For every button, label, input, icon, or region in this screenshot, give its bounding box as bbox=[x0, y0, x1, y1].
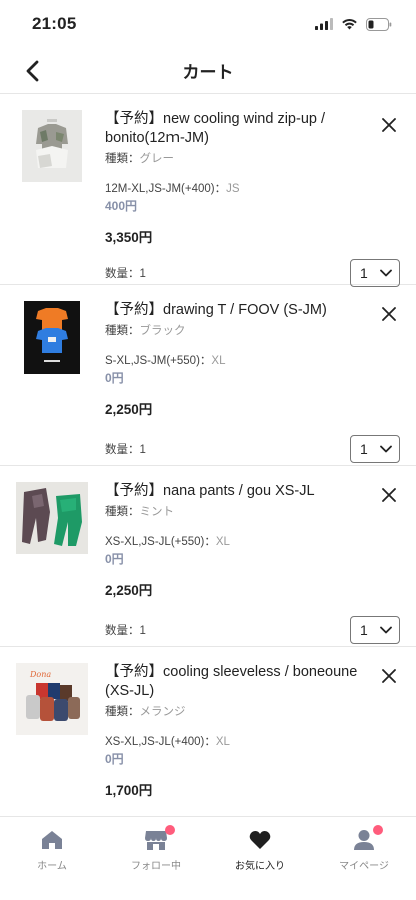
notification-badge bbox=[373, 825, 383, 835]
tab-mypage-label: マイページ bbox=[339, 861, 389, 872]
tab-mypage[interactable]: マイページ bbox=[312, 817, 416, 900]
quantity-select-value: 1 bbox=[360, 622, 368, 638]
shop-icon bbox=[143, 825, 175, 853]
status-bar: 21:05 bbox=[0, 0, 416, 48]
quantity-row: 数量：1 1 bbox=[105, 259, 400, 287]
tab-following-label: フォロー中 bbox=[131, 861, 181, 872]
item-price: 1,700円 bbox=[105, 783, 153, 798]
quantity-select-value: 1 bbox=[360, 441, 368, 457]
close-icon bbox=[382, 118, 396, 132]
product-thumbnail[interactable]: Dona bbox=[16, 663, 88, 735]
item-title[interactable]: 【予約】cooling sleeveless / boneoune (XS-JL… bbox=[105, 663, 372, 701]
option-price: 0円 bbox=[105, 371, 124, 385]
product-thumbnail[interactable] bbox=[16, 482, 88, 554]
chevron-down-icon bbox=[380, 445, 392, 453]
product-thumbnail[interactable] bbox=[22, 110, 82, 182]
chevron-down-icon bbox=[380, 269, 392, 277]
item-title[interactable]: 【予約】new cooling wind zip-up / bonito(12ｍ… bbox=[105, 110, 372, 148]
item-title[interactable]: 【予約】nana pants / gou XS-JL bbox=[105, 482, 372, 501]
item-price: 2,250円 bbox=[105, 583, 153, 598]
cellular-signal-icon bbox=[315, 18, 333, 30]
remove-item-button[interactable] bbox=[378, 665, 400, 687]
item-info: 【予約】new cooling wind zip-up / bonito(12ｍ… bbox=[105, 110, 372, 246]
cart-item: 【予約】new cooling wind zip-up / bonito(12ｍ… bbox=[0, 94, 416, 287]
quantity-label: 数量：1 bbox=[105, 444, 146, 456]
tab-home-label: ホーム bbox=[37, 861, 67, 872]
option-price: 0円 bbox=[105, 752, 124, 766]
tab-favorites[interactable]: お気に入り bbox=[208, 817, 312, 900]
nav-bar: カート bbox=[0, 48, 416, 94]
item-option: 12M-XL,JS-JM(+400)：JS bbox=[105, 183, 240, 195]
remove-item-button[interactable] bbox=[378, 484, 400, 506]
quantity-row: 数量：1 1 bbox=[105, 435, 400, 463]
item-kind: 種類：ブラック bbox=[105, 325, 186, 337]
close-icon bbox=[382, 669, 396, 683]
cart-item: Dona 【予約】cooling sleeveless / boneoune (… bbox=[0, 647, 416, 816]
item-price: 2,250円 bbox=[105, 402, 153, 417]
close-icon bbox=[382, 307, 396, 321]
item-info: 【予約】cooling sleeveless / boneoune (XS-JL… bbox=[105, 663, 372, 799]
option-price: 400円 bbox=[105, 199, 138, 213]
item-kind: 種類：ミント bbox=[105, 506, 174, 518]
remove-item-button[interactable] bbox=[378, 114, 400, 136]
cart-item: 【予約】nana pants / gou XS-JL 種類：ミント XS-XL,… bbox=[0, 466, 416, 647]
tab-following[interactable]: フォロー中 bbox=[104, 817, 208, 900]
item-info: 【予約】nana pants / gou XS-JL 種類：ミント XS-XL,… bbox=[105, 482, 372, 599]
wifi-icon bbox=[342, 19, 357, 30]
item-info: 【予約】drawing T / FOOV (S-JM) 種類：ブラック S-XL… bbox=[105, 301, 372, 418]
quantity-label: 数量：1 bbox=[105, 625, 146, 637]
quantity-row: 数量：1 1 bbox=[105, 616, 400, 644]
product-image-pants bbox=[16, 482, 88, 554]
home-icon bbox=[39, 827, 65, 853]
tab-favorites-label: お気に入り bbox=[235, 861, 285, 872]
close-icon bbox=[382, 488, 396, 502]
status-time: 21:05 bbox=[32, 14, 77, 33]
product-image-sleeveless: Dona bbox=[16, 663, 88, 735]
product-thumbnail[interactable] bbox=[24, 301, 80, 374]
quantity-select[interactable]: 1 bbox=[350, 259, 400, 287]
quantity-select[interactable]: 1 bbox=[350, 435, 400, 463]
item-kind: 種類：メランジ bbox=[105, 706, 186, 718]
person-icon bbox=[351, 825, 383, 853]
item-option: XS-XL,JS-JL(+550)：XL bbox=[105, 536, 230, 548]
item-title[interactable]: 【予約】drawing T / FOOV (S-JM) bbox=[105, 301, 372, 320]
item-option: S-XL,JS-JM(+550)：XL bbox=[105, 355, 226, 367]
notification-badge bbox=[165, 825, 175, 835]
status-icons bbox=[315, 17, 392, 31]
item-kind: 種類：グレー bbox=[105, 153, 174, 165]
back-button[interactable] bbox=[18, 57, 46, 85]
svg-text:Dona: Dona bbox=[29, 670, 51, 679]
tab-home[interactable]: ホーム bbox=[0, 817, 104, 900]
product-image-zip-up bbox=[22, 110, 82, 182]
quantity-select[interactable]: 1 bbox=[350, 616, 400, 644]
quantity-label: 数量：1 bbox=[105, 268, 146, 280]
tab-bar: ホーム フォロー中 お気に入り マイページ bbox=[0, 816, 416, 900]
cart-item: 【予約】drawing T / FOOV (S-JM) 種類：ブラック S-XL… bbox=[0, 285, 416, 466]
battery-icon bbox=[366, 17, 392, 31]
product-image-tshirt bbox=[24, 301, 80, 374]
remove-item-button[interactable] bbox=[378, 303, 400, 325]
quantity-select-value: 1 bbox=[360, 265, 368, 281]
item-price: 3,350円 bbox=[105, 230, 153, 245]
heart-icon bbox=[247, 827, 273, 853]
cart-list: 【予約】new cooling wind zip-up / bonito(12ｍ… bbox=[0, 94, 416, 816]
option-price: 0円 bbox=[105, 552, 124, 566]
page-title: カート bbox=[182, 63, 234, 82]
item-option: XS-XL,JS-JL(+400)：XL bbox=[105, 736, 230, 748]
chevron-down-icon bbox=[380, 626, 392, 634]
chevron-left-icon bbox=[26, 60, 39, 82]
